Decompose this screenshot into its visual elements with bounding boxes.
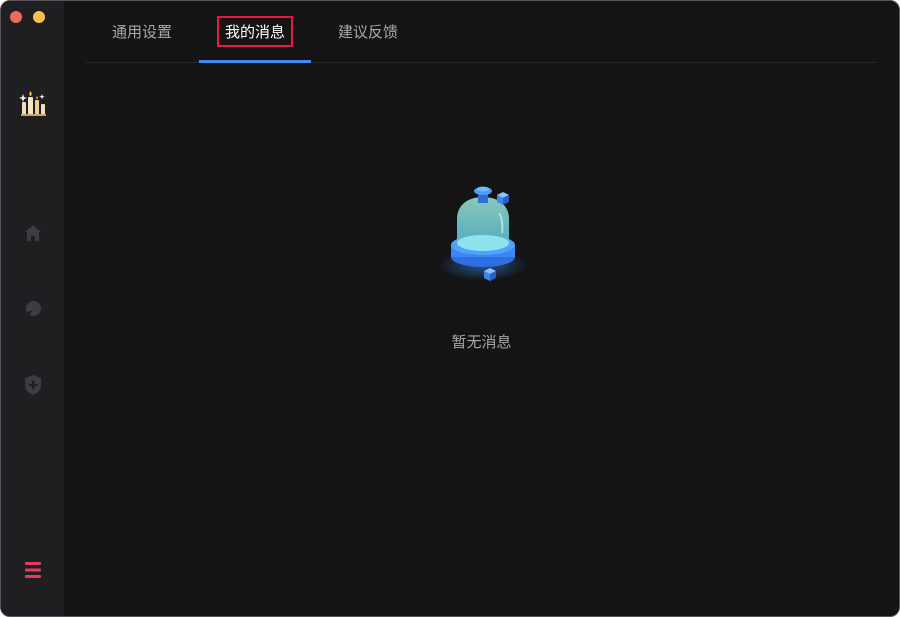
- window-close-button[interactable]: [10, 11, 22, 23]
- tab-general-settings[interactable]: 通用设置: [98, 1, 186, 62]
- tab-bar: 通用设置 我的消息 建议反馈: [86, 1, 876, 63]
- sidebar-item-security[interactable]: [20, 372, 46, 398]
- window-minimize-button[interactable]: [33, 11, 45, 23]
- main-content: 通用设置 我的消息 建议反馈 暂无消息: [64, 1, 899, 616]
- hamburger-menu-icon: [25, 562, 41, 578]
- sidebar-item-circle[interactable]: [20, 296, 46, 322]
- app-window: 通用设置 我的消息 建议反馈 暂无消息: [0, 0, 900, 617]
- sidebar-item-home[interactable]: [20, 220, 46, 246]
- tab-label: 通用设置: [111, 23, 172, 41]
- home-icon: [25, 225, 41, 241]
- active-tab-indicator: [199, 60, 311, 63]
- empty-state-text: 暂无消息: [451, 333, 512, 351]
- circle-arrow-icon: [26, 301, 41, 317]
- tab-label: 我的消息: [216, 16, 293, 47]
- tab-label: 建议反馈: [337, 23, 398, 41]
- tab-my-messages[interactable]: 我的消息: [199, 1, 311, 63]
- sidebar: [1, 1, 64, 616]
- menu-button[interactable]: [20, 557, 46, 583]
- shield-plus-icon: [25, 375, 41, 395]
- empty-bell-jar-icon: [414, 177, 607, 296]
- tab-feedback[interactable]: 建议反馈: [324, 1, 412, 62]
- app-logo-candles-icon[interactable]: [19, 90, 47, 118]
